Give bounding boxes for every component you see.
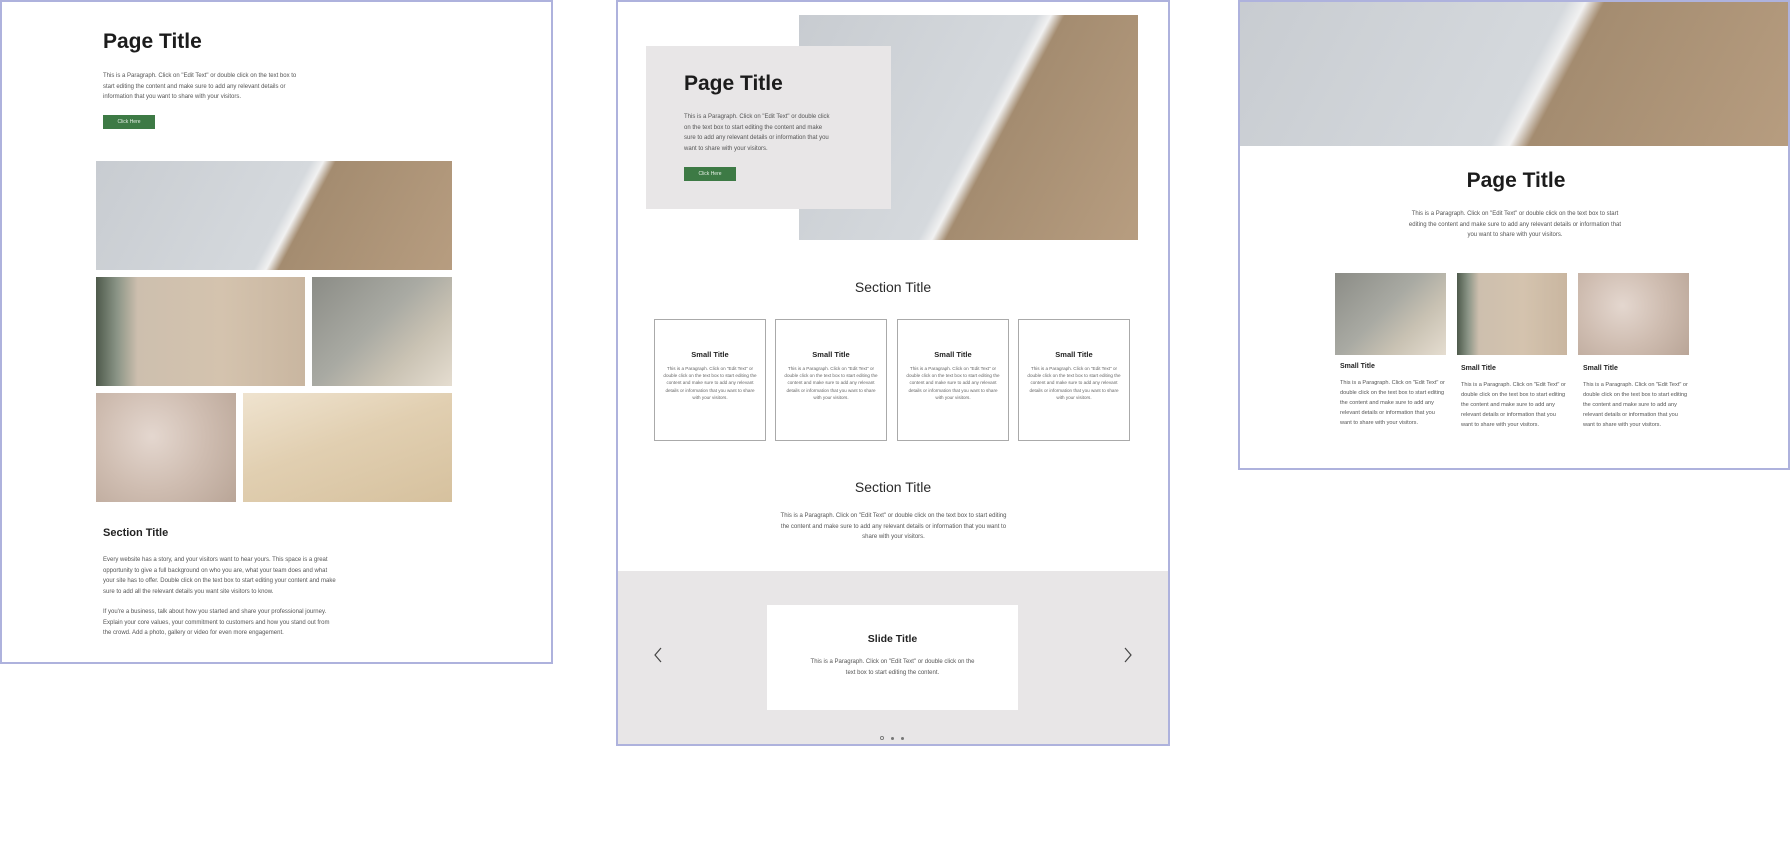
slide-text: This is a Paragraph. Click on "Edit Text…: [810, 659, 975, 676]
card-text: This is a Paragraph. Click on "Edit Text…: [906, 366, 1000, 400]
card-title: Small Title: [812, 350, 850, 359]
section-2-title: Section Title: [854, 479, 932, 495]
body-paragraph-2: If you're a business, talk about how you…: [103, 609, 330, 636]
gallery-image-pearl[interactable]: [96, 393, 236, 502]
click-here-button[interactable]: Click Here: [103, 115, 155, 129]
feature-card[interactable]: Small Title This is a Paragraph. Click o…: [1018, 319, 1130, 441]
click-here-button[interactable]: Click Here: [684, 167, 736, 181]
hero-gallery-image[interactable]: [96, 161, 452, 270]
intro-paragraph: This is a Paragraph. Click on "Edit Text…: [684, 114, 830, 152]
intro-paragraph: This is a Paragraph. Click on "Edit Text…: [103, 73, 297, 100]
hero-text-panel: Page Title This is a Paragraph. Click on…: [646, 46, 891, 209]
card-text: This is a Paragraph. Click on "Edit Text…: [1027, 366, 1121, 400]
card-title: Small Title: [1055, 350, 1093, 359]
item-title: Small Title: [1340, 363, 1375, 370]
item-image-rock[interactable]: [1335, 273, 1446, 355]
card-text: This is a Paragraph. Click on "Edit Text…: [663, 366, 757, 400]
item-text: This is a Paragraph. Click on "Edit Text…: [1583, 382, 1688, 428]
section-2-paragraph: This is a Paragraph. Click on "Edit Text…: [780, 513, 1007, 540]
feature-card[interactable]: Small Title This is a Paragraph. Click o…: [775, 319, 887, 441]
slideshow[interactable]: Slide Title This is a Paragraph. Click o…: [618, 571, 1168, 744]
item-title: Small Title: [1461, 365, 1496, 372]
layout-preview-3[interactable]: Page Title This is a Paragraph. Click on…: [1238, 0, 1790, 470]
layout-preview-1[interactable]: Page Title This is a Paragraph. Click on…: [0, 0, 553, 664]
card-title: Small Title: [691, 350, 729, 359]
section-title: Section Title: [103, 527, 169, 539]
chevron-right-icon[interactable]: [1123, 647, 1133, 668]
body-paragraph-1: Every website has a story, and your visi…: [103, 557, 336, 595]
item-text: This is a Paragraph. Click on "Edit Text…: [1340, 380, 1445, 426]
section-title: Section Title: [854, 279, 932, 295]
layout-preview-2[interactable]: Page Title This is a Paragraph. Click on…: [616, 0, 1170, 746]
item-image-pearl[interactable]: [1578, 273, 1689, 355]
card-text: This is a Paragraph. Click on "Edit Text…: [784, 366, 878, 400]
page-title: Page Title: [103, 30, 202, 53]
intro-paragraph: This is a Paragraph. Click on "Edit Text…: [1408, 211, 1622, 238]
card-title: Small Title: [934, 350, 972, 359]
item-image-shore[interactable]: [1457, 273, 1567, 355]
chevron-left-icon[interactable]: [653, 647, 663, 668]
gallery-image-rock[interactable]: [312, 277, 452, 386]
slide-dot[interactable]: [901, 737, 905, 740]
slide-title: Slide Title: [867, 633, 918, 645]
page-title: Page Title: [684, 72, 783, 95]
slide-card: Slide Title This is a Paragraph. Click o…: [767, 605, 1018, 710]
gallery-image-shore[interactable]: [96, 277, 305, 386]
feature-card[interactable]: Small Title This is a Paragraph. Click o…: [897, 319, 1009, 441]
gallery-image-dune[interactable]: [243, 393, 452, 502]
feature-card[interactable]: Small Title This is a Paragraph. Click o…: [654, 319, 766, 441]
page-title: Page Title: [1466, 169, 1566, 192]
hero-banner-image[interactable]: [1240, 2, 1788, 146]
slide-pagination[interactable]: [878, 727, 906, 744]
slide-dot-active[interactable]: [879, 736, 884, 740]
item-text: This is a Paragraph. Click on "Edit Text…: [1461, 382, 1566, 428]
item-title: Small Title: [1583, 365, 1618, 372]
slide-dot[interactable]: [890, 737, 894, 740]
